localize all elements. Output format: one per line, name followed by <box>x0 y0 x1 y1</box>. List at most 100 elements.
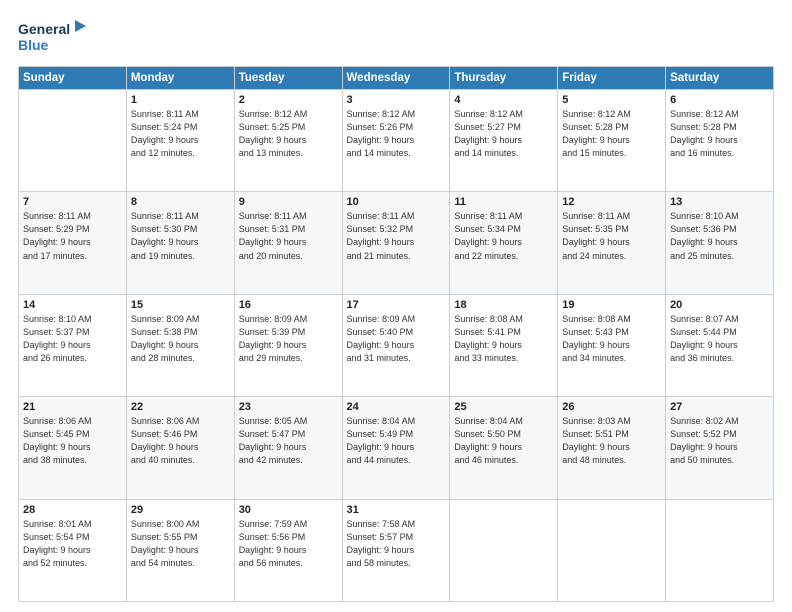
calendar-cell: 3Sunrise: 8:12 AMSunset: 5:26 PMDaylight… <box>342 90 450 192</box>
day-number: 4 <box>454 94 553 106</box>
calendar-cell: 28 Sunrise: 8:01 AMSunset: 5:54 PMDayligh… <box>19 499 127 601</box>
calendar-cell: 12 Sunrise: 8:11 AMSunset: 5:35 PMDayligh… <box>558 192 666 294</box>
week-row-2: 14 Sunrise: 8:10 AMSunset: 5:37 PMDayligh… <box>19 294 774 396</box>
day-number: 19 <box>562 299 661 311</box>
cell-info: Sunrise: 8:04 AMSunset: 5:50 PMDaylight:… <box>454 415 553 467</box>
cell-info: Sunrise: 8:11 AMSunset: 5:24 PMDaylight:… <box>131 108 230 160</box>
logo: General Blue <box>18 18 86 58</box>
calendar-cell: 15 Sunrise: 8:09 AMSunset: 5:38 PMDayligh… <box>126 294 234 396</box>
calendar-cell: 8 Sunrise: 8:11 AMSunset: 5:30 PMDaylight… <box>126 192 234 294</box>
calendar-cell: 19 Sunrise: 8:08 AMSunset: 5:43 PMDayligh… <box>558 294 666 396</box>
calendar-cell: 4 Sunrise: 8:12 AMSunset: 5:27 PMDaylight… <box>450 90 558 192</box>
cell-info: Sunrise: 7:59 AMSunset: 5:56 PMDaylight:… <box>239 518 338 570</box>
cell-info: Sunrise: 8:12 AMSunset: 5:25 PMDaylight:… <box>239 108 338 160</box>
calendar-cell <box>19 90 127 192</box>
cell-info: Sunrise: 8:12 AMSunset: 5:27 PMDaylight:… <box>454 108 553 160</box>
day-number: 12 <box>562 196 661 208</box>
cell-info: Sunrise: 8:09 AMSunset: 5:39 PMDaylight:… <box>239 313 338 365</box>
cell-info: Sunrise: 8:01 AMSunset: 5:54 PMDaylight:… <box>23 518 122 570</box>
day-number: 7 <box>23 196 122 208</box>
week-row-1: 7Sunrise: 8:11 AMSunset: 5:29 PMDaylight… <box>19 192 774 294</box>
day-number: 16 <box>239 299 338 311</box>
day-number: 9 <box>239 196 338 208</box>
calendar-header-row: SundayMondayTuesdayWednesdayThursdayFrid… <box>19 67 774 90</box>
cell-info: Sunrise: 8:03 AMSunset: 5:51 PMDaylight:… <box>562 415 661 467</box>
day-number: 29 <box>131 504 230 516</box>
week-row-0: 1 Sunrise: 8:11 AMSunset: 5:24 PMDaylight… <box>19 90 774 192</box>
week-row-3: 21Sunrise: 8:06 AMSunset: 5:45 PMDayligh… <box>19 397 774 499</box>
cell-info: Sunrise: 8:10 AMSunset: 5:36 PMDaylight:… <box>670 210 769 262</box>
cell-info: Sunrise: 7:58 AMSunset: 5:57 PMDaylight:… <box>347 518 446 570</box>
day-number: 23 <box>239 401 338 413</box>
cell-info: Sunrise: 8:07 AMSunset: 5:44 PMDaylight:… <box>670 313 769 365</box>
day-number: 21 <box>23 401 122 413</box>
day-number: 10 <box>347 196 446 208</box>
calendar-cell: 14 Sunrise: 8:10 AMSunset: 5:37 PMDayligh… <box>19 294 127 396</box>
svg-text:Blue: Blue <box>18 37 49 53</box>
cell-info: Sunrise: 8:12 AMSunset: 5:28 PMDaylight:… <box>670 108 769 160</box>
calendar-cell: 24Sunrise: 8:04 AMSunset: 5:49 PMDayligh… <box>342 397 450 499</box>
cell-info: Sunrise: 8:06 AMSunset: 5:46 PMDaylight:… <box>131 415 230 467</box>
day-number: 17 <box>347 299 446 311</box>
calendar-cell: 22 Sunrise: 8:06 AMSunset: 5:46 PMDayligh… <box>126 397 234 499</box>
day-number: 31 <box>347 504 446 516</box>
calendar-header-saturday: Saturday <box>666 67 774 90</box>
day-number: 27 <box>670 401 769 413</box>
cell-info: Sunrise: 8:11 AMSunset: 5:30 PMDaylight:… <box>131 210 230 262</box>
day-number: 13 <box>670 196 769 208</box>
calendar-cell: 31 Sunrise: 7:58 AMSunset: 5:57 PMDayligh… <box>342 499 450 601</box>
day-number: 25 <box>454 401 553 413</box>
day-number: 18 <box>454 299 553 311</box>
calendar-cell: 16 Sunrise: 8:09 AMSunset: 5:39 PMDayligh… <box>234 294 342 396</box>
calendar-body: 1 Sunrise: 8:11 AMSunset: 5:24 PMDaylight… <box>19 90 774 602</box>
cell-info: Sunrise: 8:08 AMSunset: 5:41 PMDaylight:… <box>454 313 553 365</box>
day-number: 20 <box>670 299 769 311</box>
calendar-cell: 13 Sunrise: 8:10 AMSunset: 5:36 PMDayligh… <box>666 192 774 294</box>
cell-info: Sunrise: 8:00 AMSunset: 5:55 PMDaylight:… <box>131 518 230 570</box>
day-number: 28 <box>23 504 122 516</box>
cell-info: Sunrise: 8:10 AMSunset: 5:37 PMDaylight:… <box>23 313 122 365</box>
day-number: 24 <box>347 401 446 413</box>
calendar-table: SundayMondayTuesdayWednesdayThursdayFrid… <box>18 66 774 602</box>
day-number: 15 <box>131 299 230 311</box>
day-number: 5 <box>562 94 661 106</box>
calendar-cell: 25 Sunrise: 8:04 AMSunset: 5:50 PMDayligh… <box>450 397 558 499</box>
cell-info: Sunrise: 8:11 AMSunset: 5:31 PMDaylight:… <box>239 210 338 262</box>
calendar-header-monday: Monday <box>126 67 234 90</box>
cell-info: Sunrise: 8:08 AMSunset: 5:43 PMDaylight:… <box>562 313 661 365</box>
calendar-cell: 29 Sunrise: 8:00 AMSunset: 5:55 PMDayligh… <box>126 499 234 601</box>
calendar-cell: 10Sunrise: 8:11 AMSunset: 5:32 PMDayligh… <box>342 192 450 294</box>
cell-info: Sunrise: 8:11 AMSunset: 5:35 PMDaylight:… <box>562 210 661 262</box>
cell-info: Sunrise: 8:05 AMSunset: 5:47 PMDaylight:… <box>239 415 338 467</box>
day-number: 26 <box>562 401 661 413</box>
logo-svg: General Blue <box>18 18 86 58</box>
calendar-cell: 9 Sunrise: 8:11 AMSunset: 5:31 PMDaylight… <box>234 192 342 294</box>
calendar-cell: 2 Sunrise: 8:12 AMSunset: 5:25 PMDaylight… <box>234 90 342 192</box>
calendar-cell: 5 Sunrise: 8:12 AMSunset: 5:28 PMDaylight… <box>558 90 666 192</box>
cell-info: Sunrise: 8:02 AMSunset: 5:52 PMDaylight:… <box>670 415 769 467</box>
calendar-header-friday: Friday <box>558 67 666 90</box>
calendar-cell: 23 Sunrise: 8:05 AMSunset: 5:47 PMDayligh… <box>234 397 342 499</box>
calendar-header-tuesday: Tuesday <box>234 67 342 90</box>
calendar-cell: 18 Sunrise: 8:08 AMSunset: 5:41 PMDayligh… <box>450 294 558 396</box>
day-number: 6 <box>670 94 769 106</box>
calendar-header-thursday: Thursday <box>450 67 558 90</box>
day-number: 3 <box>347 94 446 106</box>
calendar-header-sunday: Sunday <box>19 67 127 90</box>
calendar-cell <box>666 499 774 601</box>
calendar-cell: 20 Sunrise: 8:07 AMSunset: 5:44 PMDayligh… <box>666 294 774 396</box>
day-number: 14 <box>23 299 122 311</box>
calendar-cell: 27 Sunrise: 8:02 AMSunset: 5:52 PMDayligh… <box>666 397 774 499</box>
day-number: 8 <box>131 196 230 208</box>
calendar-cell: 26 Sunrise: 8:03 AMSunset: 5:51 PMDayligh… <box>558 397 666 499</box>
day-number: 1 <box>131 94 230 106</box>
calendar-cell: 21Sunrise: 8:06 AMSunset: 5:45 PMDayligh… <box>19 397 127 499</box>
cell-info: Sunrise: 8:09 AMSunset: 5:38 PMDaylight:… <box>131 313 230 365</box>
calendar-cell: 6 Sunrise: 8:12 AMSunset: 5:28 PMDaylight… <box>666 90 774 192</box>
week-row-4: 28 Sunrise: 8:01 AMSunset: 5:54 PMDayligh… <box>19 499 774 601</box>
svg-text:General: General <box>18 21 70 37</box>
day-number: 22 <box>131 401 230 413</box>
calendar-header-wednesday: Wednesday <box>342 67 450 90</box>
day-number: 2 <box>239 94 338 106</box>
cell-info: Sunrise: 8:12 AMSunset: 5:28 PMDaylight:… <box>562 108 661 160</box>
